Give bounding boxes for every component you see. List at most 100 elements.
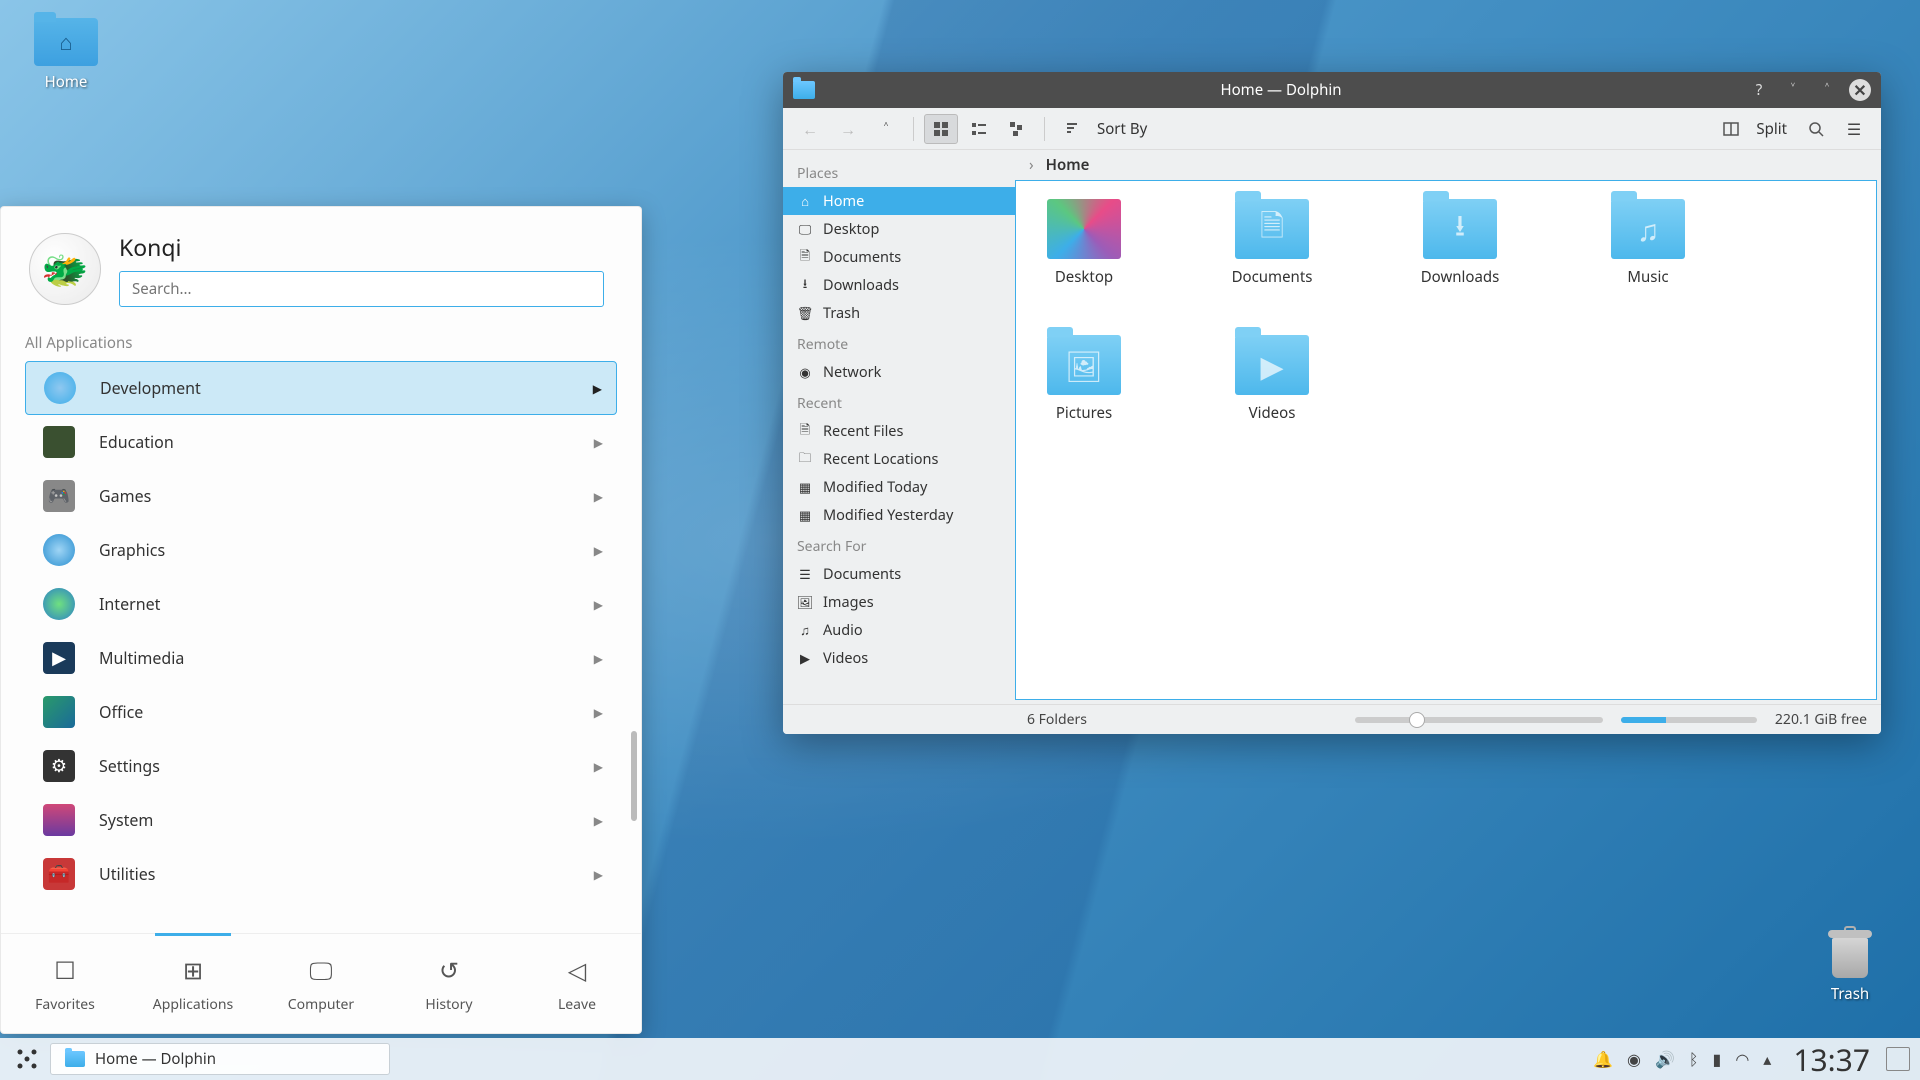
tab-favorites[interactable]: ☐ Favorites: [1, 934, 129, 1033]
network-icon: ◉: [797, 363, 813, 381]
places-home[interactable]: ⌂Home: [783, 187, 1015, 215]
places-trash[interactable]: 🗑Trash: [783, 299, 1015, 327]
folder-music[interactable]: ♫ Music: [1598, 199, 1698, 287]
recent-files[interactable]: 🗎Recent Files: [783, 417, 1015, 445]
scrollbar[interactable]: [631, 731, 637, 821]
desktop-icon-trash[interactable]: Trash: [1826, 926, 1874, 1004]
documents-icon: 🗎: [797, 246, 813, 269]
user-avatar[interactable]: 🐲: [29, 233, 101, 305]
window-titlebar[interactable]: Home — Dolphin ? ˅ ˄ ✕: [783, 72, 1881, 108]
split-label[interactable]: Split: [1756, 119, 1787, 139]
remote-network[interactable]: ◉Network: [783, 358, 1015, 386]
folder-documents[interactable]: 🗎 Documents: [1222, 199, 1322, 287]
minimize-button[interactable]: ˅: [1781, 78, 1805, 102]
app-icon: [793, 81, 815, 99]
back-button[interactable]: ←: [793, 114, 827, 144]
task-dolphin[interactable]: Home — Dolphin: [50, 1043, 390, 1075]
category-multimedia[interactable]: ▶ Multimedia ▶: [25, 631, 617, 685]
chevron-right-icon: ▶: [594, 704, 603, 721]
clock[interactable]: 13:37: [1783, 1039, 1880, 1080]
places-documents[interactable]: 🗎Documents: [783, 243, 1015, 271]
recent-today[interactable]: ▦Modified Today: [783, 473, 1015, 501]
category-education[interactable]: Education ▶: [25, 415, 617, 469]
desktop-icon-home-label: Home: [45, 72, 88, 92]
images-icon: 🖼: [797, 593, 813, 611]
folder-count: 6 Folders: [1027, 710, 1087, 729]
show-desktop-button[interactable]: [1886, 1047, 1910, 1071]
recent-yesterday[interactable]: ▦Modified Yesterday: [783, 501, 1015, 529]
tray-expand-icon[interactable]: ▴: [1763, 1048, 1771, 1070]
category-games[interactable]: 🎮 Games ▶: [25, 469, 617, 523]
menu-button[interactable]: ☰: [1837, 114, 1871, 144]
multimedia-icon: ▶: [43, 642, 75, 674]
details-view-button[interactable]: [1000, 114, 1034, 144]
desktop-icon-home[interactable]: ⌂ Home: [34, 18, 98, 92]
wifi-icon[interactable]: ◠: [1735, 1048, 1749, 1070]
desktop-icon: 🖵: [797, 220, 813, 238]
chevron-right-icon: ▶: [594, 488, 603, 505]
folder-icon: ▶: [1235, 335, 1309, 395]
breadcrumb[interactable]: › Home: [1015, 150, 1881, 180]
search-audio[interactable]: ♫Audio: [783, 616, 1015, 644]
places-desktop[interactable]: 🖵Desktop: [783, 215, 1015, 243]
icons-view-button[interactable]: [924, 114, 958, 144]
toolbar: ← → ˄ Sort By Split ☰: [783, 108, 1881, 150]
close-button[interactable]: ✕: [1849, 79, 1871, 101]
category-utilities[interactable]: 🧰 Utilities ▶: [25, 847, 617, 901]
category-office[interactable]: Office ▶: [25, 685, 617, 739]
category-graphics[interactable]: Graphics ▶: [25, 523, 617, 577]
chevron-right-icon: ▶: [594, 812, 603, 829]
file-view[interactable]: Desktop 🗎 Documents ⭳ Downloads ♫ Music …: [1015, 180, 1877, 700]
home-icon: ⌂: [797, 192, 813, 210]
breadcrumb-home[interactable]: Home: [1046, 155, 1090, 175]
tab-history[interactable]: ↺ History: [385, 934, 513, 1033]
chevron-right-icon: ▶: [594, 542, 603, 559]
folder-videos[interactable]: ▶ Videos: [1222, 335, 1322, 423]
category-system[interactable]: System ▶: [25, 793, 617, 847]
help-button[interactable]: ?: [1747, 78, 1771, 102]
folder-icon: ⭳: [1423, 199, 1497, 259]
calendar-icon: ▦: [797, 506, 813, 524]
status-bar: 6 Folders 220.1 GiB free: [783, 704, 1881, 734]
chevron-right-icon: ▶: [594, 650, 603, 667]
compact-view-button[interactable]: [962, 114, 996, 144]
split-button[interactable]: [1714, 114, 1748, 144]
education-icon: [43, 426, 75, 458]
development-icon: [44, 372, 76, 404]
search-images[interactable]: 🖼Images: [783, 588, 1015, 616]
forward-button[interactable]: →: [831, 114, 865, 144]
zoom-slider[interactable]: [1355, 717, 1603, 723]
sort-by-button[interactable]: [1055, 114, 1089, 144]
folder-downloads[interactable]: ⭳ Downloads: [1410, 199, 1510, 287]
places-header: Places: [783, 156, 1015, 187]
battery-icon[interactable]: ▮: [1713, 1048, 1722, 1070]
disk-usage-bar: [1621, 717, 1757, 723]
username-label: Konqi: [119, 231, 613, 263]
category-settings[interactable]: ⚙ Settings ▶: [25, 739, 617, 793]
folder-pictures[interactable]: 🖼 Pictures: [1034, 335, 1134, 423]
media-icon[interactable]: ◉: [1627, 1048, 1641, 1070]
tab-computer[interactable]: 🖵 Computer: [257, 934, 385, 1033]
bluetooth-icon[interactable]: ᛒ: [1689, 1048, 1699, 1070]
sort-by-label[interactable]: Sort By: [1097, 119, 1147, 139]
tab-applications[interactable]: ⊞ Applications: [129, 934, 257, 1033]
bookmark-icon: ☐: [54, 954, 76, 987]
volume-icon[interactable]: 🔊: [1655, 1048, 1675, 1070]
category-internet[interactable]: Internet ▶: [25, 577, 617, 631]
search-input[interactable]: [119, 271, 604, 307]
places-downloads[interactable]: ⭳Downloads: [783, 271, 1015, 299]
file-icon: 🗎: [797, 420, 813, 443]
search-button[interactable]: [1799, 114, 1833, 144]
up-button[interactable]: ˄: [869, 114, 903, 144]
start-button[interactable]: [10, 1042, 44, 1076]
history-icon: ↺: [439, 954, 459, 987]
utilities-icon: 🧰: [43, 858, 75, 890]
search-documents[interactable]: ☰Documents: [783, 560, 1015, 588]
tab-leave[interactable]: ◁ Leave: [513, 934, 641, 1033]
folder-desktop[interactable]: Desktop: [1034, 199, 1134, 287]
category-development[interactable]: Development ▶: [25, 361, 617, 415]
recent-locations[interactable]: 🗀Recent Locations: [783, 445, 1015, 473]
notifications-icon[interactable]: 🔔: [1593, 1048, 1613, 1070]
maximize-button[interactable]: ˄: [1815, 78, 1839, 102]
search-videos[interactable]: ▶Videos: [783, 644, 1015, 672]
